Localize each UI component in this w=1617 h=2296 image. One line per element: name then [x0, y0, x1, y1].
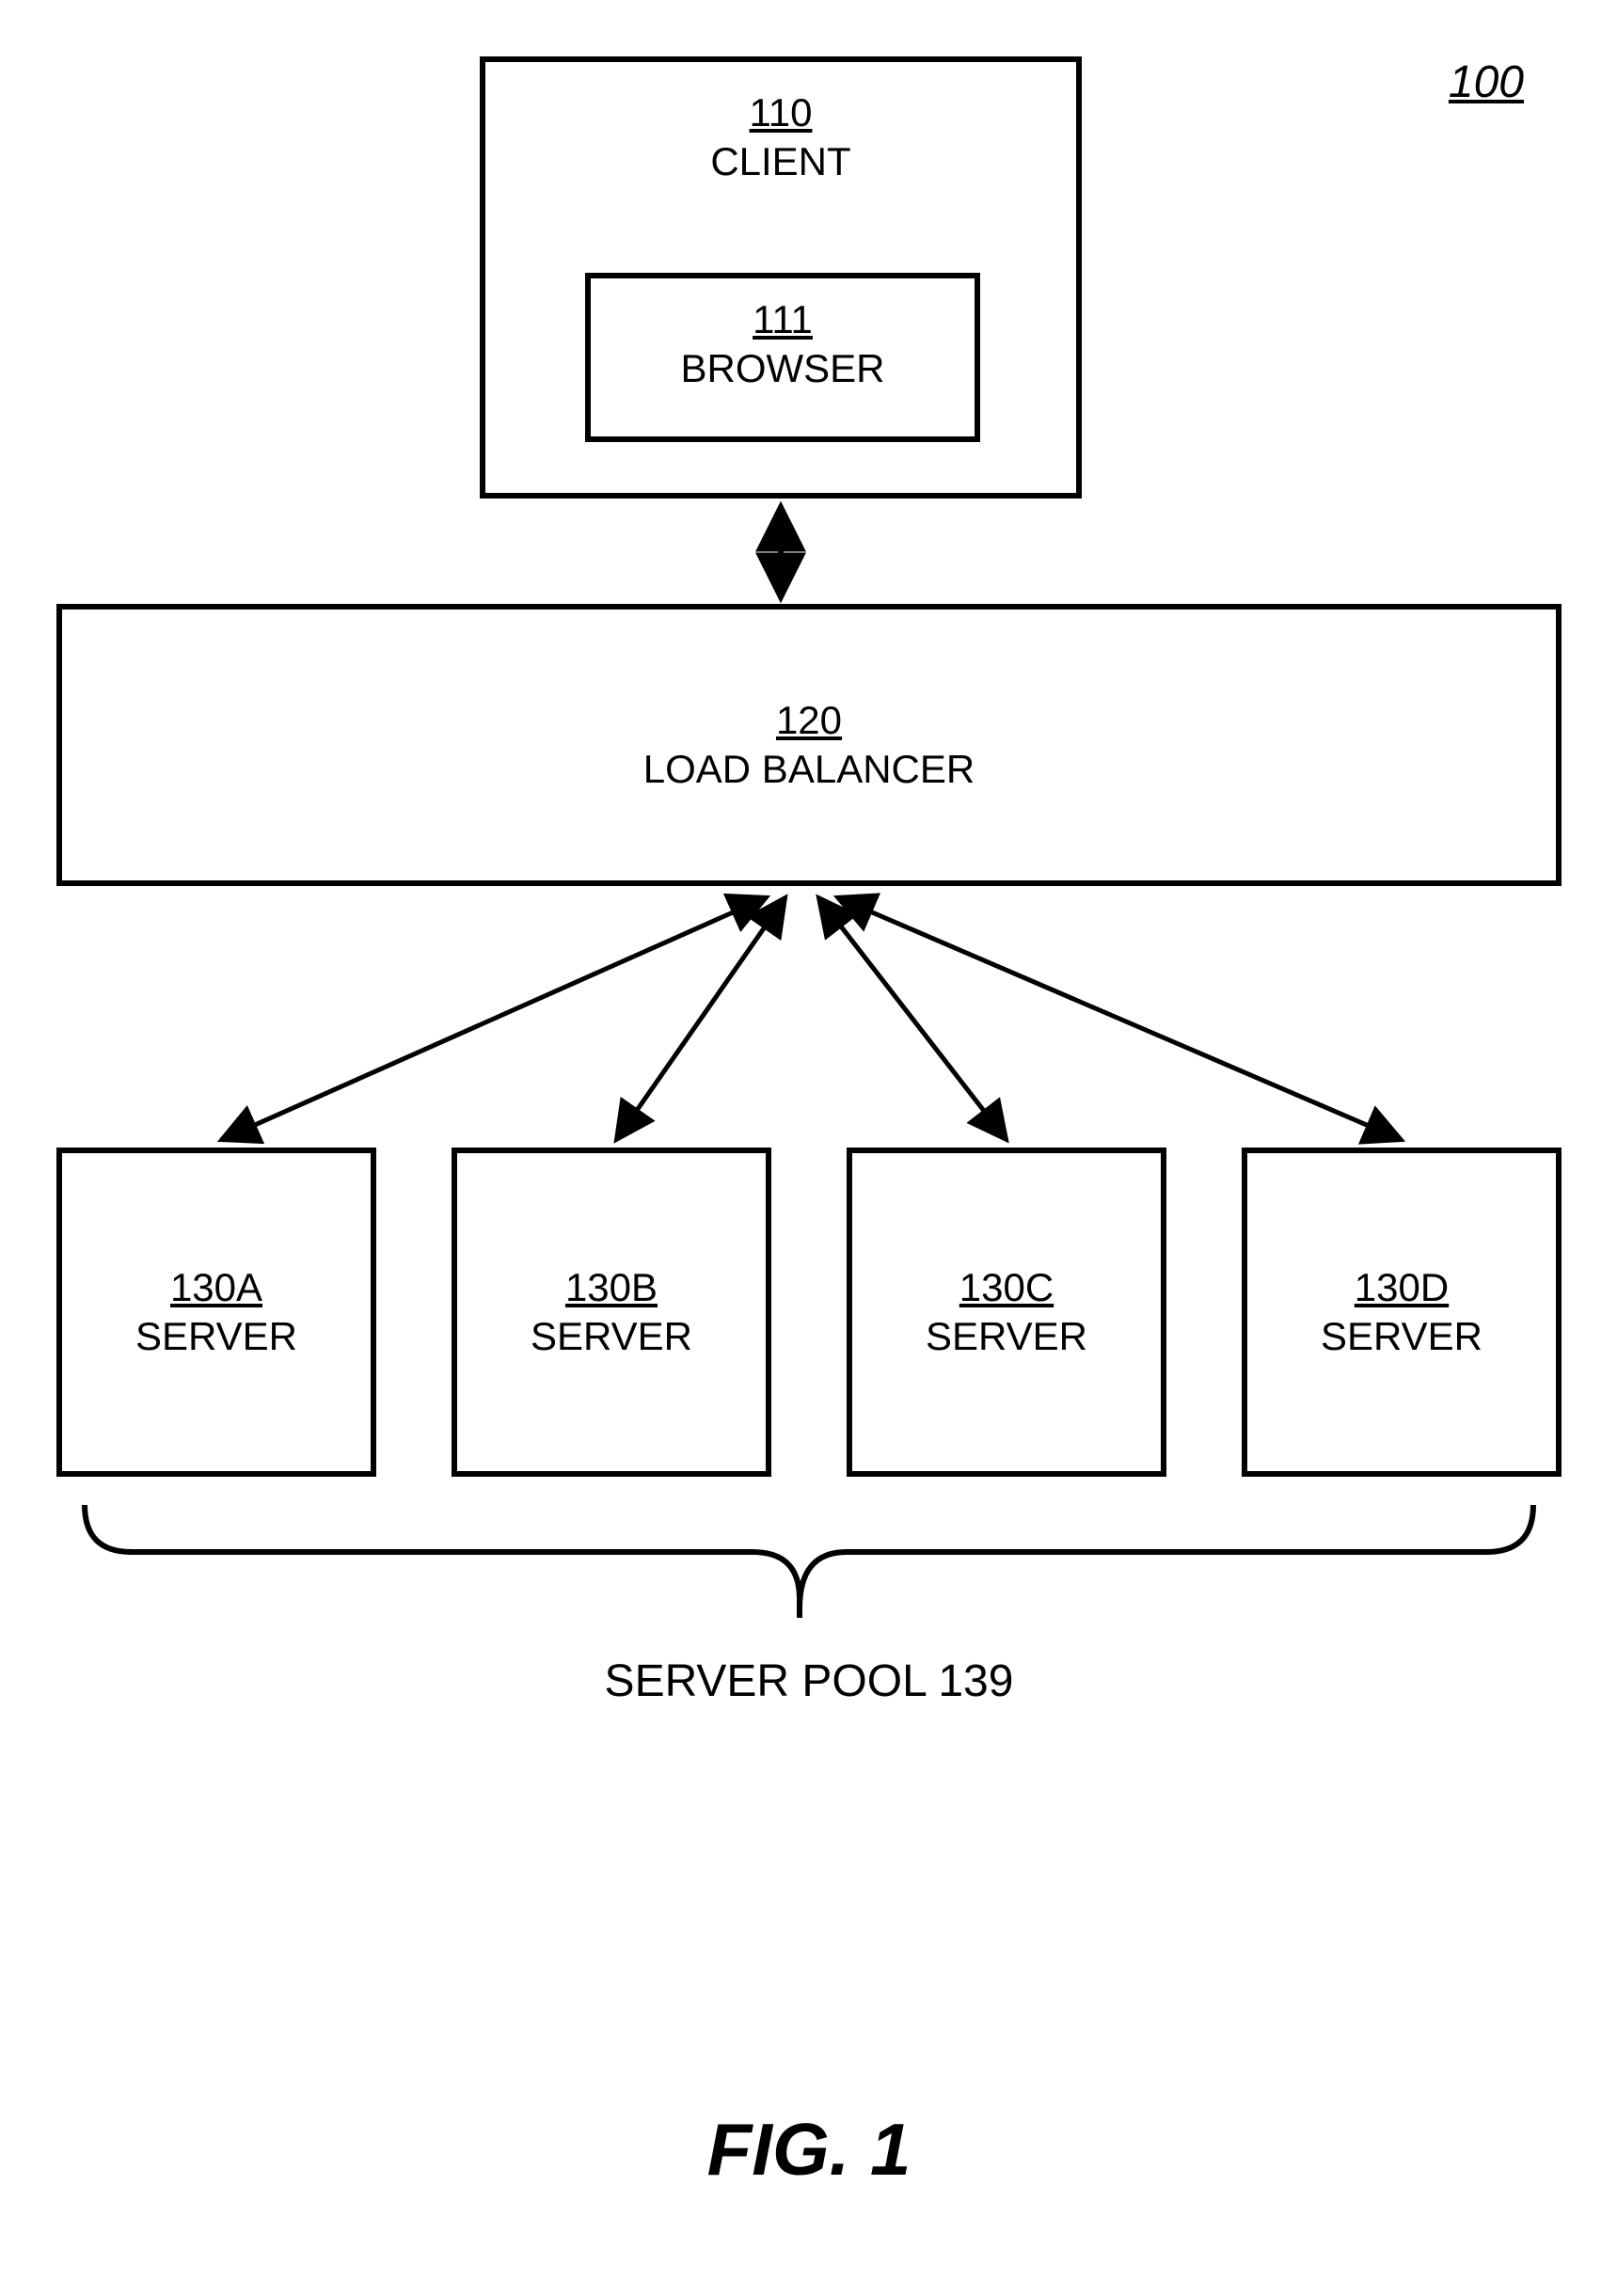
server-a-box: 130A SERVER [56, 1148, 376, 1477]
reference-number: 100 [1449, 56, 1524, 108]
server-a-number: 130A [170, 1265, 262, 1310]
diagram-container: 100 110 CLIENT 111 BROWSER 120 LOAD BALA… [56, 56, 1562, 2239]
server-c-label: SERVER [926, 1314, 1087, 1359]
server-c-box: 130C SERVER [847, 1148, 1166, 1477]
browser-box: 111 BROWSER [585, 273, 980, 442]
server-a-label: SERVER [135, 1314, 297, 1359]
server-d-box: 130D SERVER [1242, 1148, 1562, 1477]
server-b-box: 130B SERVER [452, 1148, 771, 1477]
browser-label: BROWSER [680, 346, 884, 391]
client-number: 110 [750, 90, 813, 135]
server-c-number: 130C [959, 1265, 1054, 1310]
load-balancer-box: 120 LOAD BALANCER [56, 604, 1562, 886]
server-b-label: SERVER [531, 1314, 692, 1359]
server-d-number: 130D [1355, 1265, 1449, 1310]
client-label: CLIENT [710, 139, 850, 184]
server-b-number: 130B [565, 1265, 658, 1310]
figure-label: FIG. 1 [56, 2107, 1562, 2193]
server-d-label: SERVER [1321, 1314, 1482, 1359]
lb-label: LOAD BALANCER [643, 747, 975, 792]
lb-number: 120 [776, 698, 842, 743]
browser-number: 111 [753, 297, 813, 342]
server-pool-label: SERVER POOL 139 [56, 1655, 1562, 1707]
